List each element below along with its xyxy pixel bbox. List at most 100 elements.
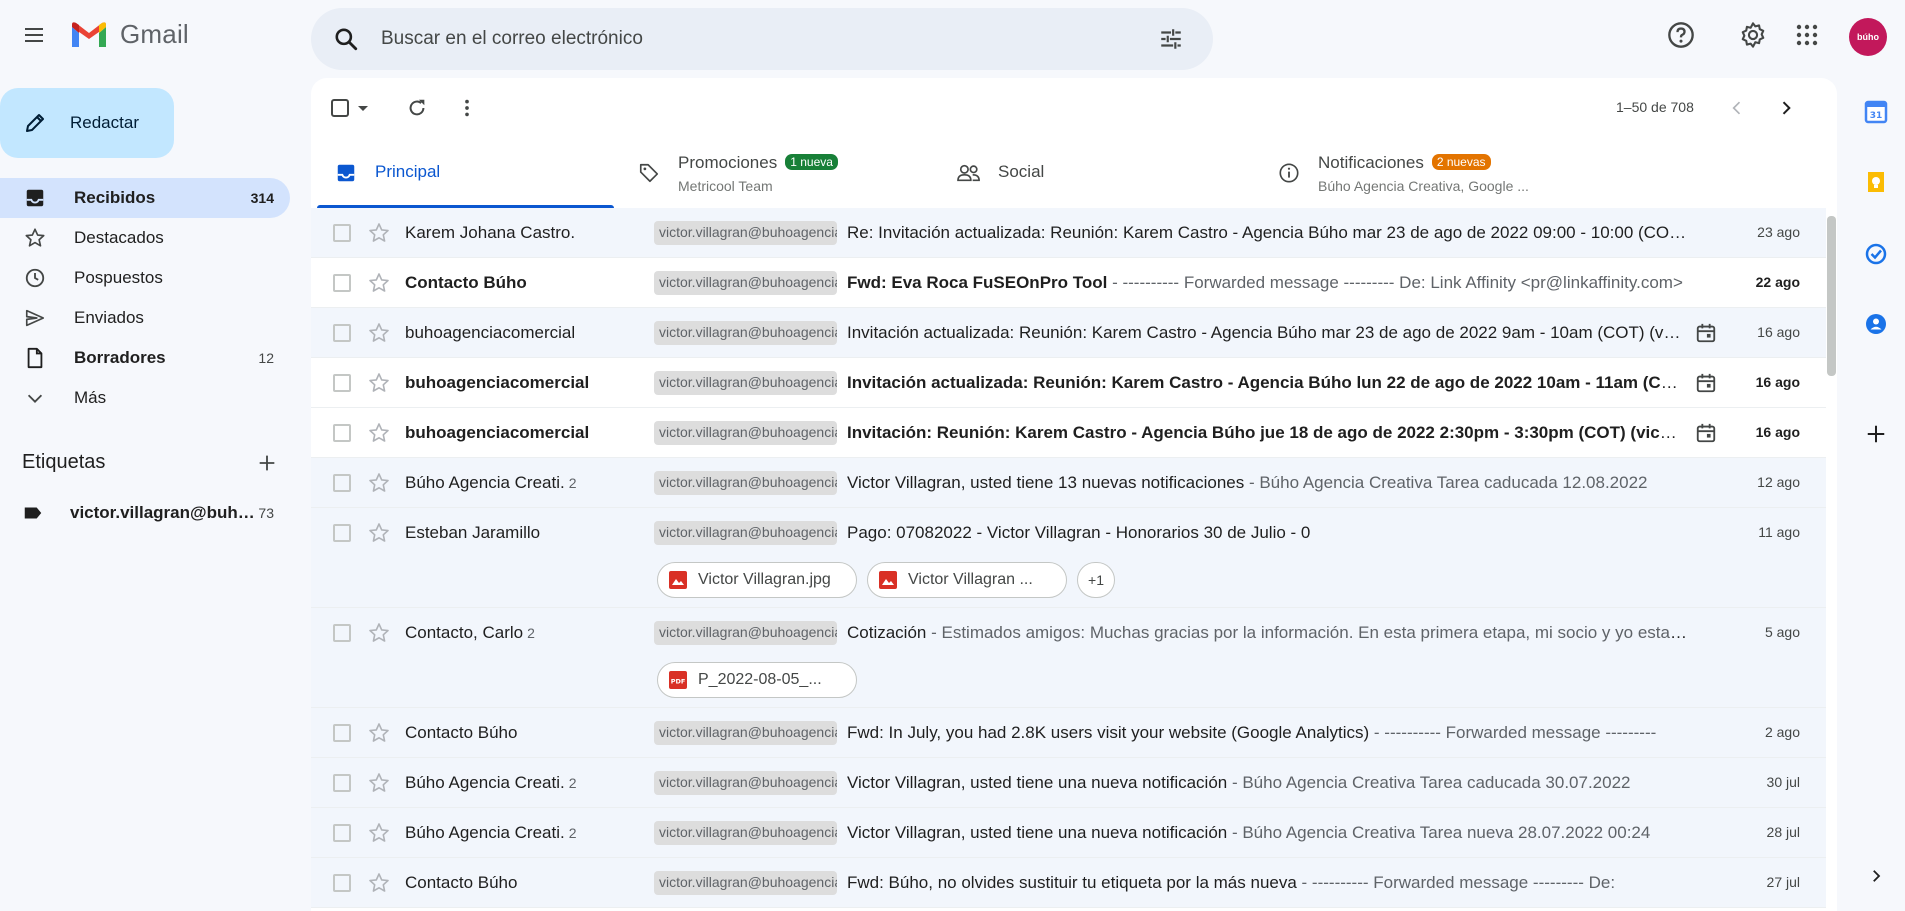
- recipient-label-chip[interactable]: victor.villagran@buhoagenciacreativa.com: [654, 421, 837, 445]
- calendar-event-icon[interactable]: [1695, 372, 1717, 394]
- row-checkbox[interactable]: [333, 324, 351, 342]
- compose-button[interactable]: Redactar: [0, 88, 174, 158]
- search-input[interactable]: Buscar en el correo electrónico: [381, 28, 1147, 50]
- star-icon[interactable]: [367, 621, 391, 645]
- tab-principal[interactable]: Principal: [311, 138, 614, 208]
- sidebar-label-item[interactable]: victor.villagran@buhoagenciacreativa.com…: [0, 493, 290, 533]
- star-icon[interactable]: [367, 221, 391, 245]
- recipient-label-chip[interactable]: victor.villagran@buhoagenciacreativa.com: [654, 321, 837, 345]
- app-name: Gmail: [120, 19, 189, 49]
- recipient-label-chip[interactable]: victor.villagran@buhoagenciacreativa.com: [654, 771, 837, 795]
- recipient-label-chip[interactable]: victor.villagran@buhoagenciacreativa.com: [654, 371, 837, 395]
- sidebar-item-inbox[interactable]: Recibidos 314: [0, 178, 290, 218]
- sidebar-item-starred[interactable]: Destacados: [0, 218, 290, 258]
- account-avatar[interactable]: búho: [1849, 18, 1887, 56]
- email-row[interactable]: Búho Agencia Creati. 2 victor.villagran@b…: [311, 758, 1826, 808]
- tab-social[interactable]: Social: [934, 138, 1254, 208]
- main-menu-button[interactable]: [14, 15, 54, 55]
- sidebar-item-snoozed[interactable]: Pospuestos: [0, 258, 290, 298]
- prev-page-icon[interactable]: [1717, 88, 1757, 128]
- tab-notificaciones[interactable]: Notificaciones 2 nuevas Búho Agencia Crea…: [1254, 138, 1654, 208]
- help-icon[interactable]: [1661, 15, 1701, 55]
- sidebar-item-drafts[interactable]: Borradores 12: [0, 338, 290, 378]
- row-checkbox[interactable]: [333, 524, 351, 542]
- email-row[interactable]: buhoagenciacomercial victor.villagran@bu…: [311, 408, 1826, 458]
- star-icon[interactable]: [367, 721, 391, 745]
- email-row[interactable]: Contacto Búho victor.villagran@buhoagenc…: [311, 708, 1826, 758]
- scrollbar-thumb[interactable]: [1827, 216, 1836, 376]
- recipient-label-chip[interactable]: victor.villagran@buhoagenciacreativa.com: [654, 521, 837, 545]
- attachment-chip[interactable]: Victor Villagran ...: [867, 562, 1067, 598]
- sidebar-item-more[interactable]: Más: [0, 378, 290, 418]
- settings-gear-icon[interactable]: [1733, 15, 1773, 55]
- row-checkbox[interactable]: [333, 274, 351, 292]
- row-checkbox[interactable]: [333, 374, 351, 392]
- star-icon[interactable]: [367, 771, 391, 795]
- keep-app-icon[interactable]: [1862, 168, 1890, 196]
- email-row[interactable]: Contacto Búho victor.villagran@buhoagenc…: [311, 258, 1826, 308]
- email-snippet: Invitación actualizada: Reunión: Karem C…: [847, 323, 1682, 343]
- recipient-label-chip[interactable]: victor.villagran@buhoagenciacreativa.com: [654, 871, 837, 895]
- apps-grid-icon[interactable]: [1787, 15, 1827, 55]
- star-icon[interactable]: [367, 471, 391, 495]
- star-icon[interactable]: [367, 271, 391, 295]
- email-row[interactable]: buhoagenciacomercial victor.villagran@bu…: [311, 308, 1826, 358]
- row-checkbox[interactable]: [333, 724, 351, 742]
- add-addon-icon[interactable]: [1862, 420, 1890, 448]
- expand-side-panel-icon[interactable]: [1862, 862, 1890, 890]
- row-checkbox[interactable]: [333, 774, 351, 792]
- recipient-label-chip[interactable]: victor.villagran@buhoagenciacreativa.com: [654, 721, 837, 745]
- recipient-label-chip[interactable]: victor.villagran@buhoagenciacreativa.com: [654, 221, 837, 245]
- email-date: 11 ago: [1758, 524, 1800, 540]
- row-checkbox[interactable]: [333, 474, 351, 492]
- email-sender: Contacto, Carlo 2: [405, 623, 645, 643]
- next-page-icon[interactable]: [1766, 88, 1806, 128]
- email-row[interactable]: Contacto, Carlo 2 victor.villagran@buhoag…: [311, 608, 1826, 708]
- email-row[interactable]: buhoagenciacomercial victor.villagran@bu…: [311, 358, 1826, 408]
- row-checkbox[interactable]: [333, 224, 351, 242]
- recipient-label-chip[interactable]: victor.villagran@buhoagenciacreativa.com: [654, 621, 837, 645]
- add-label-icon[interactable]: [256, 452, 278, 474]
- star-icon[interactable]: [367, 821, 391, 845]
- star-icon[interactable]: [367, 371, 391, 395]
- email-row[interactable]: Búho Agencia Creati. 2 victor.villagran@b…: [311, 808, 1826, 858]
- recipient-label-chip[interactable]: victor.villagran@buhoagenciacreativa.com: [654, 471, 837, 495]
- sidebar-item-sent[interactable]: Enviados: [0, 298, 290, 338]
- tab-promociones[interactable]: Promociones 1 nueva Metricool Team: [614, 138, 934, 208]
- more-vert-icon[interactable]: [447, 88, 487, 128]
- star-icon[interactable]: [367, 871, 391, 895]
- list-scrollbar[interactable]: [1826, 138, 1837, 911]
- calendar-event-icon[interactable]: [1695, 422, 1717, 444]
- row-checkbox[interactable]: [333, 874, 351, 892]
- refresh-icon[interactable]: [397, 88, 437, 128]
- recipient-label-chip[interactable]: victor.villagran@buhoagenciacreativa.com: [654, 271, 837, 295]
- more-attachments-chip[interactable]: +1: [1077, 562, 1115, 598]
- attachment-name: P_2022-08-05_...: [698, 671, 822, 688]
- email-row[interactable]: Karem Johana Castro. victor.villagran@bu…: [311, 208, 1826, 258]
- calendar-event-icon[interactable]: [1695, 322, 1717, 344]
- contacts-app-icon[interactable]: [1862, 310, 1890, 338]
- search-bar[interactable]: Buscar en el correo electrónico: [311, 8, 1213, 70]
- calendar-app-icon[interactable]: 31: [1862, 98, 1890, 126]
- attachment-chip[interactable]: Victor Villagran.jpg: [657, 562, 857, 598]
- email-sender: buhoagenciacomercial: [405, 373, 645, 393]
- email-row[interactable]: Contacto Búho victor.villagran@buhoagenc…: [311, 858, 1826, 908]
- row-checkbox[interactable]: [333, 624, 351, 642]
- row-checkbox[interactable]: [333, 424, 351, 442]
- search-icon[interactable]: [321, 14, 371, 64]
- star-icon[interactable]: [367, 321, 391, 345]
- email-snippet: Fwd: Búho, no olvides sustituir tu etiqu…: [847, 873, 1687, 893]
- star-icon[interactable]: [367, 421, 391, 445]
- select-all-checkbox[interactable]: [323, 88, 379, 128]
- gmail-logo[interactable]: Gmail: [70, 19, 189, 50]
- hamburger-icon: [22, 23, 46, 47]
- tasks-app-icon[interactable]: [1862, 240, 1890, 268]
- email-row[interactable]: Búho Agencia Creati. 2 victor.villagran@b…: [311, 458, 1826, 508]
- attachment-chip[interactable]: PDF P_2022-08-05_...: [657, 662, 857, 698]
- recipient-label-chip[interactable]: victor.villagran@buhoagenciacreativa.com: [654, 821, 837, 845]
- search-options-icon[interactable]: [1147, 15, 1195, 63]
- sender-name: Contacto Búho: [405, 723, 518, 742]
- star-icon[interactable]: [367, 521, 391, 545]
- row-checkbox[interactable]: [333, 824, 351, 842]
- email-row[interactable]: Esteban Jaramillo victor.villagran@buhoa…: [311, 508, 1826, 608]
